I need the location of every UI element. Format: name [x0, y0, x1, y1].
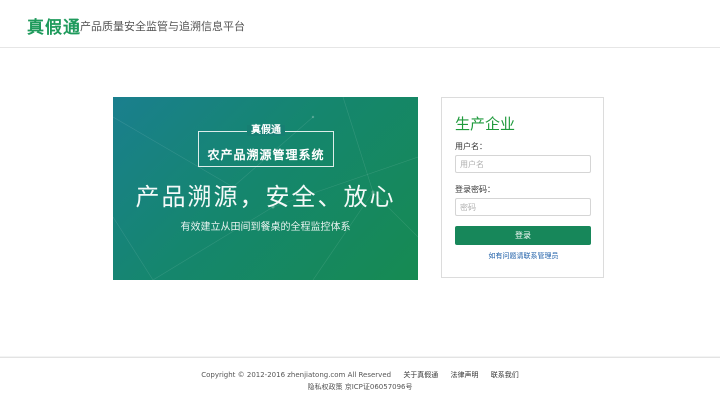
footer-link-contact[interactable]: 联系我们 [491, 371, 519, 379]
footer-link-legal[interactable]: 法律声明 [451, 371, 479, 379]
promo-banner: 真假通 农产品溯源管理系统 产品溯源，安全、放心 有效建立从田间到餐桌的全程监控… [113, 97, 418, 280]
site-slogan: 产品质量安全监管与追溯信息平台 [80, 20, 245, 33]
login-button[interactable]: 登录 [455, 226, 591, 245]
banner-headline: 产品溯源，安全、放心 [135, 183, 396, 211]
login-title: 生产企业 [455, 115, 516, 133]
footer-secondary-line: 隐私权政策 京ICP证06057096号 [0, 382, 720, 392]
site-footer: Copyright © 2012-2016 zhenjiatong.com Al… [0, 357, 720, 416]
username-input[interactable] [455, 155, 591, 173]
username-label: 用户名： [455, 142, 487, 151]
footer-primary-line: Copyright © 2012-2016 zhenjiatong.com Al… [0, 370, 720, 380]
banner-title-box: 真假通 农产品溯源管理系统 [198, 125, 334, 167]
footer-icp: 京ICP证06057096号 [344, 383, 413, 391]
banner-subline: 有效建立从田间到餐桌的全程监控体系 [180, 222, 351, 233]
banner-brand: 真假通 [247, 125, 285, 136]
contact-admin-link[interactable]: 如有问题请联系管理员 [442, 251, 605, 261]
banner-system-name: 农产品溯源管理系统 [207, 148, 325, 162]
footer-link-about[interactable]: 关于真假通 [403, 371, 438, 379]
login-panel: 生产企业 用户名： 登录密码： 登录 如有问题请联系管理员 [441, 97, 604, 278]
password-input[interactable] [455, 198, 591, 216]
footer-copyright: Copyright © 2012-2016 zhenjiatong.com Al… [201, 371, 392, 379]
password-label: 登录密码： [455, 185, 495, 194]
site-logo[interactable]: 真假通 [27, 13, 81, 38]
site-header: 真假通 产品质量安全监管与追溯信息平台 [0, 0, 720, 48]
footer-privacy-link[interactable]: 隐私权政策 [307, 383, 342, 391]
